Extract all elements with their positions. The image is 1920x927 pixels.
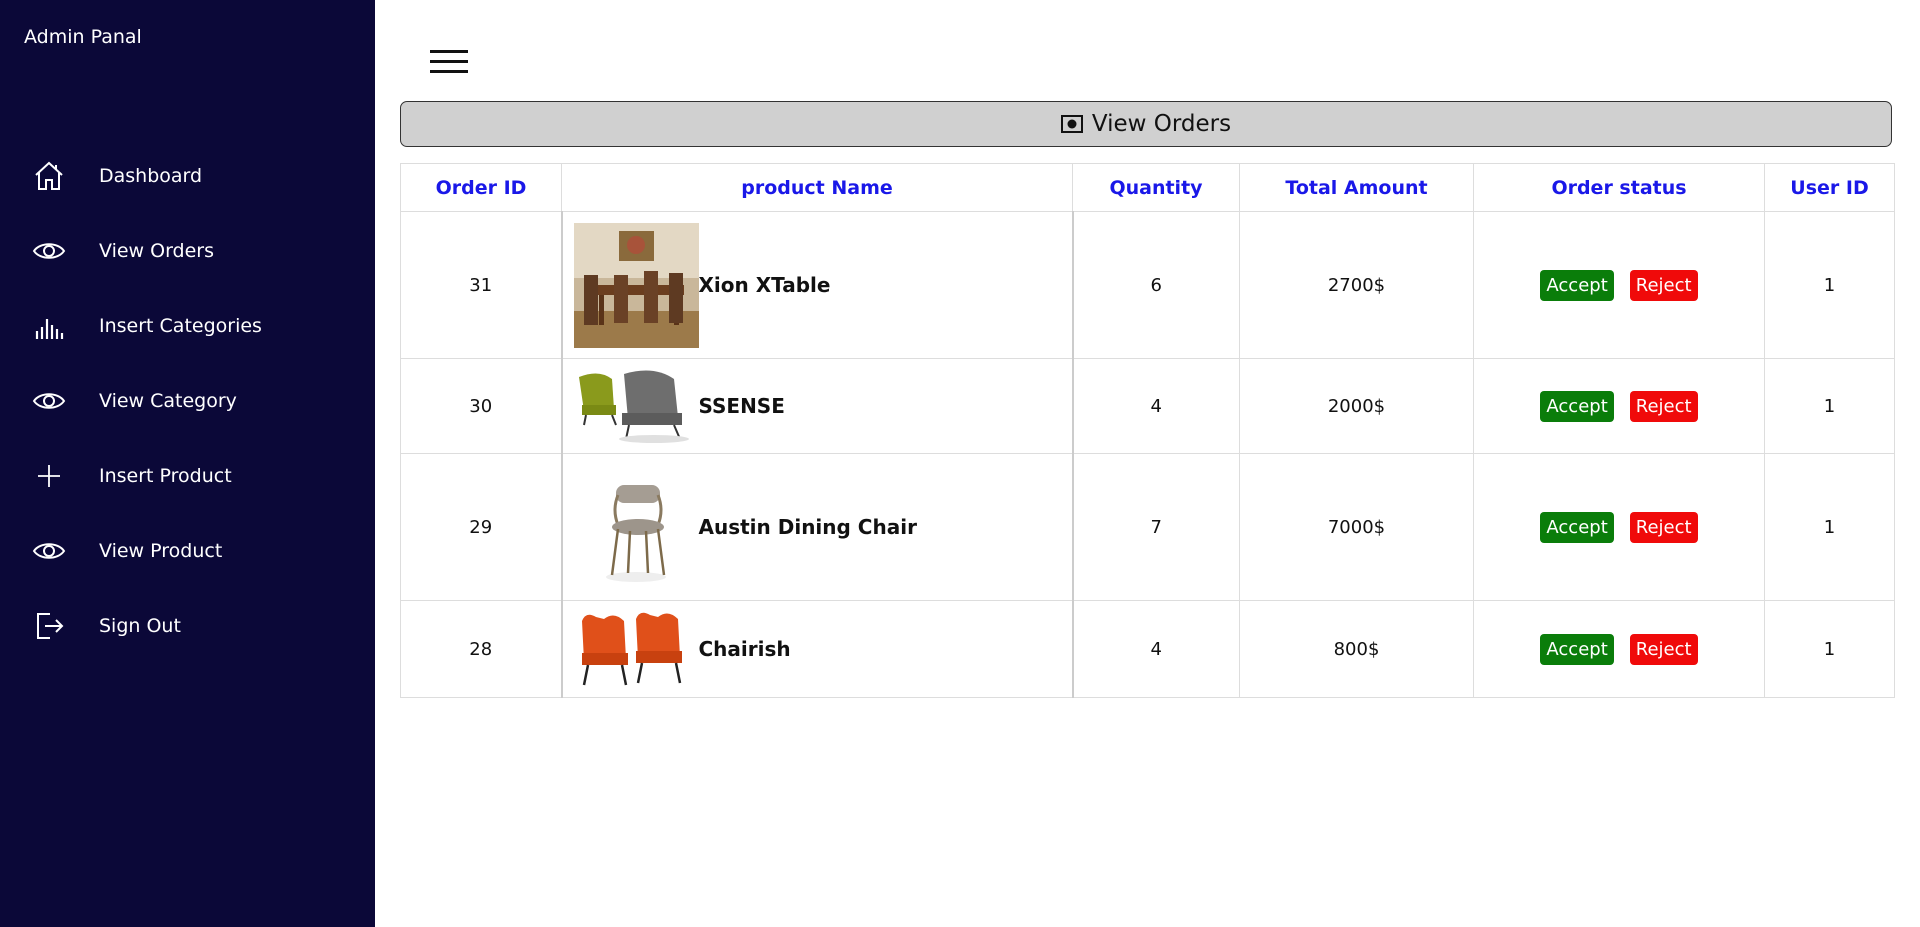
product-cell: Austin Dining Chair (560, 453, 1074, 601)
table-row: 31 Xion XTable 6 2700$ Accept Reject 1 (400, 211, 1895, 359)
sidebar-item-view-orders[interactable]: View Orders (0, 213, 375, 288)
sidebar-item-label: View Product (99, 539, 223, 562)
orange-chairs-image (573, 607, 699, 692)
money-icon (1060, 115, 1083, 133)
total-amount-cell: 800$ (1239, 600, 1474, 698)
hamburger-line (430, 50, 468, 53)
quantity-cell: 6 (1072, 211, 1240, 359)
product-cell: Xion XTable (560, 211, 1074, 359)
total-amount-cell: 7000$ (1239, 453, 1474, 601)
brand-title: Admin Panal (24, 26, 142, 48)
sidebar-item-label: Dashboard (99, 164, 203, 187)
accept-button[interactable]: Accept (1540, 633, 1614, 665)
reject-button[interactable]: Reject (1629, 633, 1698, 665)
quantity-cell: 4 (1072, 600, 1240, 698)
bar-chart-icon (31, 308, 67, 344)
product-name: Chairish (698, 637, 791, 661)
hamburger-line (430, 70, 468, 73)
column-header-order-status: Order status (1473, 163, 1765, 212)
dining-chair-image (573, 464, 699, 590)
sidebar-item-label: Insert Product (99, 464, 232, 487)
product-name: Austin Dining Chair (698, 515, 917, 539)
product-name: SSENSE (698, 394, 785, 418)
order-id-cell: 31 (400, 211, 562, 359)
dining-table-image (573, 222, 699, 348)
lounge-chairs-image (573, 364, 699, 449)
sidebar-item-sign-out[interactable]: Sign Out (0, 588, 375, 663)
product-cell: Chairish (560, 600, 1074, 698)
quantity-cell: 7 (1072, 453, 1240, 601)
hamburger-line (430, 60, 468, 63)
sidebar-nav: Dashboard View Orders Insert Categories (0, 138, 375, 663)
eye-icon (31, 383, 67, 419)
page-title: View Orders (1091, 111, 1232, 137)
menu-toggle-icon[interactable] (430, 48, 470, 76)
sidebar-item-label: View Category (99, 389, 237, 412)
user-id-cell: 1 (1764, 453, 1895, 601)
product-name: Xion XTable (698, 273, 831, 297)
order-status-cell: Accept Reject (1473, 358, 1765, 454)
accept-button[interactable]: Accept (1540, 390, 1614, 422)
column-header-user-id: User ID (1764, 163, 1895, 212)
quantity-cell: 4 (1072, 358, 1240, 454)
column-header-product-name: product Name (561, 163, 1073, 212)
sidebar: Admin Panal Dashboard View Orders Insert… (0, 0, 375, 927)
table-row: 28 Chairish 4 800$ Accept Reject 1 (400, 600, 1895, 698)
sidebar-item-label: Insert Categories (99, 314, 262, 337)
sidebar-item-insert-categories[interactable]: Insert Categories (0, 288, 375, 363)
reject-button[interactable]: Reject (1629, 511, 1698, 543)
order-status-cell: Accept Reject (1473, 600, 1765, 698)
main-content: View Orders Order ID product Name Quanti… (375, 0, 1920, 927)
user-id-cell: 1 (1764, 211, 1895, 359)
column-header-order-id: Order ID (400, 163, 562, 212)
order-id-cell: 29 (400, 453, 562, 601)
product-cell: SSENSE (560, 358, 1074, 454)
total-amount-cell: 2000$ (1239, 358, 1474, 454)
table-row: 29 Austin Dining Chair 7 7000$ Accept Re… (400, 453, 1895, 601)
user-id-cell: 1 (1764, 358, 1895, 454)
sidebar-item-dashboard[interactable]: Dashboard (0, 138, 375, 213)
table-row: 30 SSENSE 4 2000$ Accept Reject 1 (400, 358, 1895, 454)
table-header-row: Order ID product Name Quantity Total Amo… (400, 163, 1895, 212)
order-status-cell: Accept Reject (1473, 211, 1765, 359)
sidebar-item-view-product[interactable]: View Product (0, 513, 375, 588)
total-amount-cell: 2700$ (1239, 211, 1474, 359)
sidebar-item-label: View Orders (99, 239, 215, 262)
orders-table: Order ID product Name Quantity Total Amo… (400, 163, 1895, 698)
reject-button[interactable]: Reject (1629, 390, 1698, 422)
plus-icon (31, 458, 67, 494)
order-status-cell: Accept Reject (1473, 453, 1765, 601)
home-icon (31, 158, 67, 194)
eye-icon (31, 533, 67, 569)
user-id-cell: 1 (1764, 600, 1895, 698)
column-header-quantity: Quantity (1072, 163, 1240, 212)
reject-button[interactable]: Reject (1629, 269, 1698, 301)
sidebar-item-insert-product[interactable]: Insert Product (0, 438, 375, 513)
sidebar-item-label: Sign Out (99, 614, 181, 637)
sign-out-icon (31, 608, 67, 644)
order-id-cell: 30 (400, 358, 562, 454)
page-title-banner: View Orders (400, 101, 1892, 147)
column-header-total-amount: Total Amount (1239, 163, 1474, 212)
order-id-cell: 28 (400, 600, 562, 698)
accept-button[interactable]: Accept (1540, 511, 1614, 543)
sidebar-item-view-category[interactable]: View Category (0, 363, 375, 438)
eye-icon (31, 233, 67, 269)
accept-button[interactable]: Accept (1540, 269, 1614, 301)
